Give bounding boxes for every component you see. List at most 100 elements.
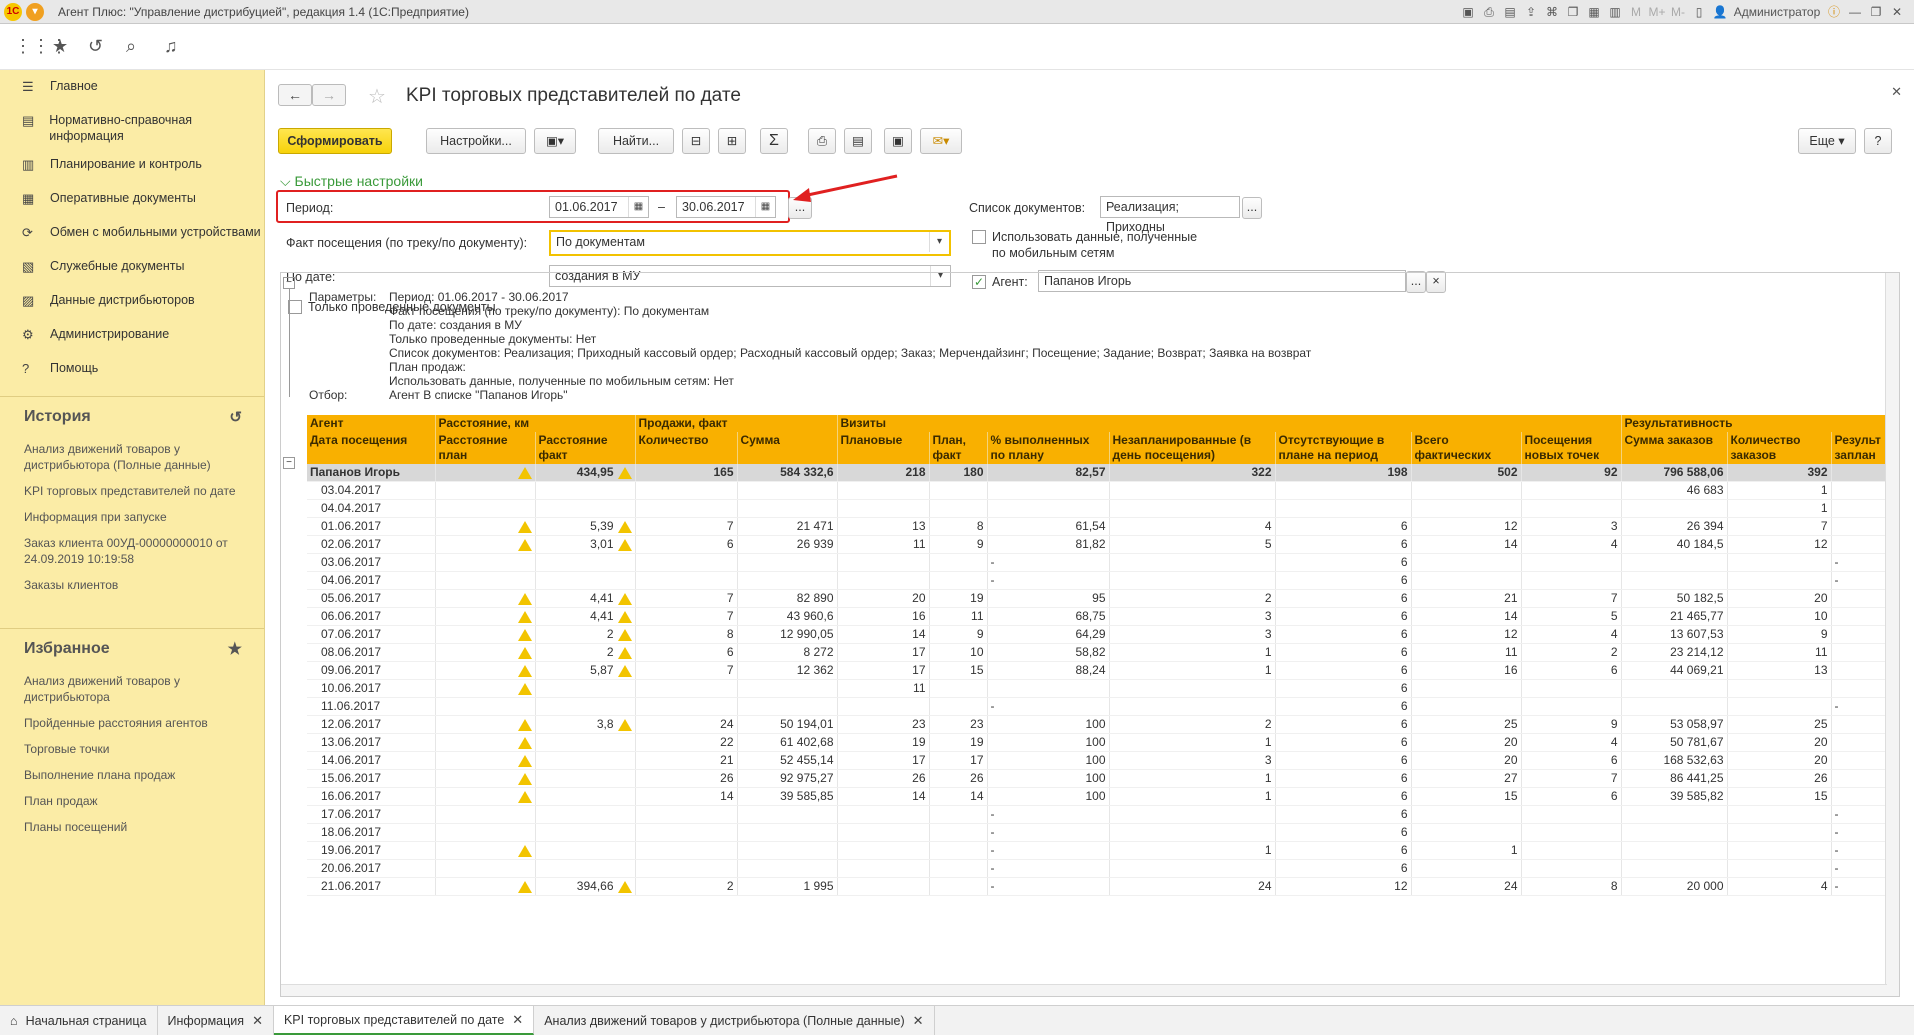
history-link[interactable]: KPI торговых представителей по дате: [0, 478, 264, 504]
table-cell[interactable]: [535, 733, 636, 753]
table-cell[interactable]: [1109, 859, 1276, 879]
table-cell[interactable]: 20: [1727, 733, 1832, 753]
table-row[interactable]: 14.06.2017 21 52 455,14 17 17 100 3 6 20 6 168 532…: [307, 751, 1888, 771]
table-cell[interactable]: [1411, 805, 1522, 825]
table-cell[interactable]: 3: [1109, 607, 1276, 627]
table-cell[interactable]: 39 585,82: [1621, 787, 1728, 807]
close-tab-icon[interactable]: ✕: [913, 1007, 924, 1035]
fact-select[interactable]: По документам ▾: [549, 230, 951, 256]
table-cell[interactable]: 19: [929, 733, 988, 753]
table-cell[interactable]: [1521, 553, 1622, 573]
star-icon[interactable]: ★: [228, 639, 242, 659]
table-cell[interactable]: -: [1831, 553, 1888, 573]
table-cell[interactable]: [435, 751, 536, 771]
table-cell[interactable]: 09.06.2017: [307, 661, 436, 681]
table-cell[interactable]: [929, 499, 988, 519]
table-cell[interactable]: 6: [1275, 679, 1412, 699]
table-cell[interactable]: [837, 877, 930, 897]
table-cell[interactable]: 1: [1109, 787, 1276, 807]
table-cell[interactable]: [1521, 697, 1622, 717]
table-cell[interactable]: 3,01: [535, 535, 636, 555]
table-cell[interactable]: [435, 823, 536, 843]
preview-icon[interactable]: ▤: [844, 128, 872, 154]
table-cell[interactable]: [837, 553, 930, 573]
table-cell[interactable]: 100: [987, 769, 1110, 789]
memory-mminus-button[interactable]: M-: [1669, 3, 1687, 21]
table-cell[interactable]: [1109, 481, 1276, 501]
table-cell[interactable]: 180: [929, 464, 988, 483]
table-cell[interactable]: [1831, 715, 1888, 735]
table-cell[interactable]: [535, 787, 636, 807]
calculator-icon[interactable]: ▦: [1585, 3, 1603, 21]
table-cell[interactable]: -: [987, 823, 1110, 843]
table-cell[interactable]: 50 182,5: [1621, 589, 1728, 609]
table-cell[interactable]: 7: [635, 607, 738, 627]
table-cell[interactable]: 23: [929, 715, 988, 735]
column-header[interactable]: Количество заказов: [1727, 432, 1832, 464]
table-cell[interactable]: 12: [1275, 877, 1412, 897]
table-cell[interactable]: [635, 859, 738, 879]
table-cell[interactable]: [1411, 823, 1522, 843]
date-from-field[interactable]: 01.06.2017 ▦: [549, 196, 649, 218]
back-button[interactable]: ←: [278, 84, 312, 106]
favorite-link[interactable]: Анализ движений товаров у дистрибьютора: [0, 668, 264, 710]
table-cell[interactable]: -: [1831, 877, 1888, 897]
table-row[interactable]: 10.06.2017 11 6: [307, 679, 1888, 699]
table-cell[interactable]: 6: [1275, 769, 1412, 789]
variants-button[interactable]: ▣▾: [534, 128, 576, 154]
table-cell[interactable]: -: [1831, 859, 1888, 879]
table-cell[interactable]: 4: [1727, 877, 1832, 897]
table-cell[interactable]: [1727, 553, 1832, 573]
table-cell[interactable]: 1: [1109, 769, 1276, 789]
quick-settings-toggle[interactable]: ⌵ Быстрые настройки: [280, 173, 423, 190]
table-cell[interactable]: [737, 859, 838, 879]
table-cell[interactable]: 13: [837, 517, 930, 537]
table-cell[interactable]: 6: [635, 643, 738, 663]
table-cell[interactable]: 9: [929, 535, 988, 555]
history-link[interactable]: Информация при запуске: [0, 504, 264, 530]
table-cell[interactable]: 6: [1275, 625, 1412, 645]
table-cell[interactable]: 4: [1521, 535, 1622, 555]
column-header[interactable]: Количество: [635, 432, 738, 464]
user-name[interactable]: Администратор: [1732, 3, 1822, 21]
table-cell[interactable]: [535, 823, 636, 843]
collapse-params-icon[interactable]: −: [283, 277, 295, 289]
table-cell[interactable]: [435, 769, 536, 789]
table-cell[interactable]: 11.06.2017: [307, 697, 436, 717]
chevron-down-icon[interactable]: ▾: [929, 232, 949, 252]
table-cell[interactable]: 12: [1411, 625, 1522, 645]
table-cell[interactable]: [1831, 787, 1888, 807]
table-cell[interactable]: 82,57: [987, 464, 1110, 483]
table-cell[interactable]: 6: [635, 535, 738, 555]
table-cell[interactable]: [1109, 679, 1276, 699]
table-cell[interactable]: 20: [837, 589, 930, 609]
generate-button[interactable]: Сформировать: [278, 128, 392, 154]
table-cell[interactable]: 17: [837, 751, 930, 771]
table-cell[interactable]: [1831, 769, 1888, 789]
table-cell[interactable]: 20: [1411, 733, 1522, 753]
table-cell[interactable]: [1727, 823, 1832, 843]
table-cell[interactable]: 7: [1727, 517, 1832, 537]
find-button[interactable]: Найти...: [598, 128, 674, 154]
table-cell[interactable]: 53 058,97: [1621, 715, 1728, 735]
table-cell[interactable]: [1831, 589, 1888, 609]
table-cell[interactable]: 100: [987, 715, 1110, 735]
table-row[interactable]: 12.06.2017 3,8 24 50 194,01 23 23 100 2 6 25 9 53 0…: [307, 715, 1888, 735]
table-cell[interactable]: 6: [1275, 715, 1412, 735]
table-cell[interactable]: [837, 823, 930, 843]
sidebar-item-help[interactable]: ? Помощь: [0, 354, 264, 388]
table-cell[interactable]: [435, 679, 536, 699]
table-cell[interactable]: [635, 805, 738, 825]
table-cell[interactable]: 6: [1521, 787, 1622, 807]
table-row[interactable]: 18.06.2017 - 6 -: [307, 823, 1888, 843]
table-cell[interactable]: 21 471: [737, 517, 838, 537]
table-cell[interactable]: -: [987, 697, 1110, 717]
table-cell[interactable]: [435, 499, 536, 519]
table-cell[interactable]: [1727, 571, 1832, 591]
table-cell[interactable]: 24: [1411, 877, 1522, 897]
collapse-icon[interactable]: ⊟: [682, 128, 710, 154]
table-cell[interactable]: 434,95: [535, 464, 636, 483]
table-cell[interactable]: 26 394: [1621, 517, 1728, 537]
table-cell[interactable]: [1831, 481, 1888, 501]
table-cell[interactable]: 13: [1727, 661, 1832, 681]
